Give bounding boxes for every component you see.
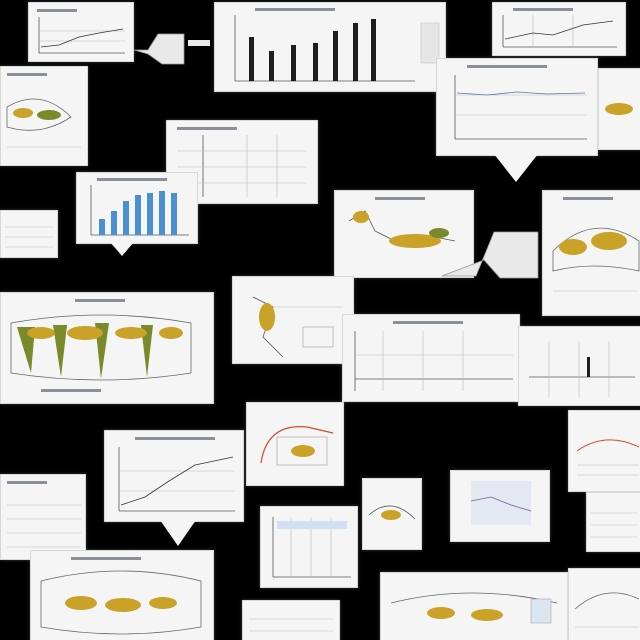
pointer-notch-icon — [110, 242, 134, 256]
figure-thumbnail-gold-diagram — [380, 572, 568, 640]
figure-thumbnail-line-plot — [436, 58, 598, 156]
pointer-notch-icon — [160, 520, 196, 546]
figure-thumbnail-table — [0, 474, 86, 560]
figure-thumbnail-gold-diagram — [0, 66, 88, 166]
figure-thumbnail-line-plot — [28, 2, 134, 62]
figure-thumbnail-table — [568, 410, 640, 492]
figure-thumbnail-line-plot — [450, 470, 550, 542]
figure-thumbnail-gold-diagram — [362, 478, 422, 550]
figure-thumbnail-gold-diagram — [246, 402, 344, 486]
figure-thumbnail-table — [518, 326, 640, 406]
figure-thumbnail-line-plot — [342, 314, 520, 402]
pointer-notch-icon — [494, 154, 538, 182]
figure-thumbnail-line-plot — [260, 506, 358, 588]
figure-thumbnail-gold-diagram — [0, 292, 214, 404]
figure-thumbnail-dark-bar-chart — [214, 2, 446, 92]
connector-arrow-icon — [441, 231, 539, 279]
thumbnail-collage — [0, 0, 640, 640]
figure-thumbnail-gold-diagram — [568, 568, 640, 640]
figure-thumbnail-line-plot — [104, 430, 244, 522]
figure-thumbnail-table — [586, 492, 640, 552]
figure-thumbnail-table — [0, 210, 58, 258]
figure-thumbnail-gold-diagram — [30, 550, 214, 640]
figure-thumbnail-gold-diagram — [542, 190, 640, 316]
figure-thumbnail-line-plot — [492, 2, 626, 56]
figure-thumbnail-table — [242, 600, 340, 640]
figure-thumbnail-blue-bar-chart — [76, 172, 198, 244]
figure-thumbnail-gold-diagram — [598, 68, 640, 150]
connector-arrow-icon — [133, 33, 210, 65]
figure-thumbnail-gold-diagram — [232, 276, 354, 364]
